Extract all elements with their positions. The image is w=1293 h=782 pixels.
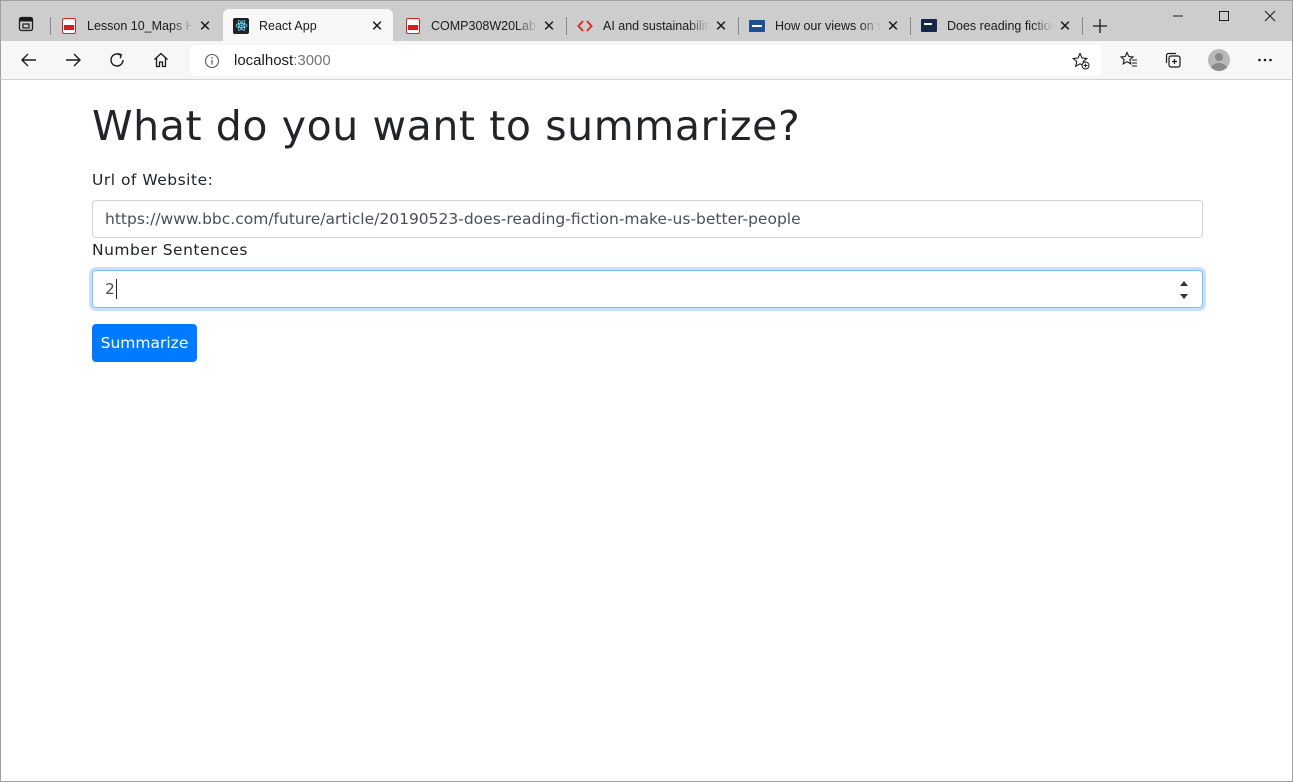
number-spinner[interactable] [1179,281,1189,299]
pdf-icon [405,17,421,34]
address-host: localhost [234,52,294,69]
home-button[interactable] [146,45,176,75]
close-icon[interactable]: ✕ [881,14,905,38]
close-window-icon [1264,10,1276,22]
tab-title: Lesson 10_Maps Ha [87,18,193,33]
tab-title: AI and sustainability [603,18,709,33]
arrow-left-icon [21,53,36,67]
refresh-icon [110,52,124,67]
close-icon[interactable]: ✕ [365,14,389,38]
profile-avatar[interactable] [1208,49,1230,71]
forward-button[interactable] [58,45,88,75]
tab-does-reading-fiction[interactable]: Does reading fiction ✕ [911,9,1081,42]
summarize-button[interactable]: Summarize [92,324,197,362]
close-icon[interactable]: ✕ [709,14,733,38]
maximize-icon [1219,11,1229,21]
code-icon [577,18,593,34]
tab-title: How our views on w [775,18,881,33]
spinner-up-icon[interactable] [1180,281,1188,286]
bbc-icon [921,18,937,34]
add-favorite-icon[interactable] [1070,50,1092,72]
browser-toolbar: localhost:3000 [0,41,1293,80]
settings-menu-button[interactable] [1250,45,1280,75]
react-icon [233,17,249,34]
text-caret [115,279,117,299]
refresh-button[interactable] [102,45,132,75]
url-label: Url of Website: [92,171,214,189]
favorites-icon [1120,51,1137,67]
tab-strip: Lesson 10_Maps Ha ✕ React App ✕ COMP308W… [0,0,1293,42]
minimize-icon [1173,15,1183,17]
minimize-button[interactable] [1155,1,1201,31]
sentences-input-value: 2 [105,280,115,298]
page-title: What do you want to summarize? [92,102,801,150]
close-icon[interactable]: ✕ [1053,14,1077,38]
address-bar[interactable]: localhost:3000 [190,45,1102,76]
tab-actions-icon [18,16,34,32]
home-icon [154,52,168,68]
tab-title: COMP308W20Lab5 [431,18,537,33]
collections-icon [1165,52,1181,68]
new-tab-button[interactable] [1087,13,1113,39]
tab-react-app[interactable]: React App ✕ [223,9,393,42]
url-input[interactable]: https://www.bbc.com/future/article/20190… [92,200,1203,238]
tab-comp308-lab5[interactable]: COMP308W20Lab5 ✕ [395,9,565,42]
favorites-button[interactable] [1114,45,1144,75]
spinner-down-icon[interactable] [1180,294,1188,299]
info-icon[interactable] [202,51,222,71]
tab-separator [1082,17,1083,35]
url-input-value: https://www.bbc.com/future/article/20190… [105,210,801,228]
close-icon[interactable]: ✕ [193,14,217,38]
page-viewport: What do you want to summarize? Url of We… [0,80,1293,782]
pdf-icon [61,17,77,34]
tab-title: Does reading fiction [947,18,1053,33]
tab-title: React App [259,18,317,33]
tab-how-our-views[interactable]: How our views on w ✕ [739,9,909,42]
back-button[interactable] [14,45,44,75]
plus-icon [1093,19,1107,33]
tab-ai-sustainability[interactable]: AI and sustainability ✕ [567,9,737,42]
collections-button[interactable] [1158,45,1188,75]
news-icon [749,18,765,34]
tab-lesson-10[interactable]: Lesson 10_Maps Ha ✕ [51,9,221,42]
close-window-button[interactable] [1247,1,1293,31]
more-icon [1258,58,1272,62]
sentences-number-input[interactable]: 2 [92,270,1203,308]
tab-actions-button[interactable] [7,10,45,38]
sentences-label: Number Sentences [92,241,248,259]
address-port: :3000 [293,52,331,69]
maximize-button[interactable] [1201,1,1247,31]
close-icon[interactable]: ✕ [537,14,561,38]
arrow-right-icon [66,53,81,67]
